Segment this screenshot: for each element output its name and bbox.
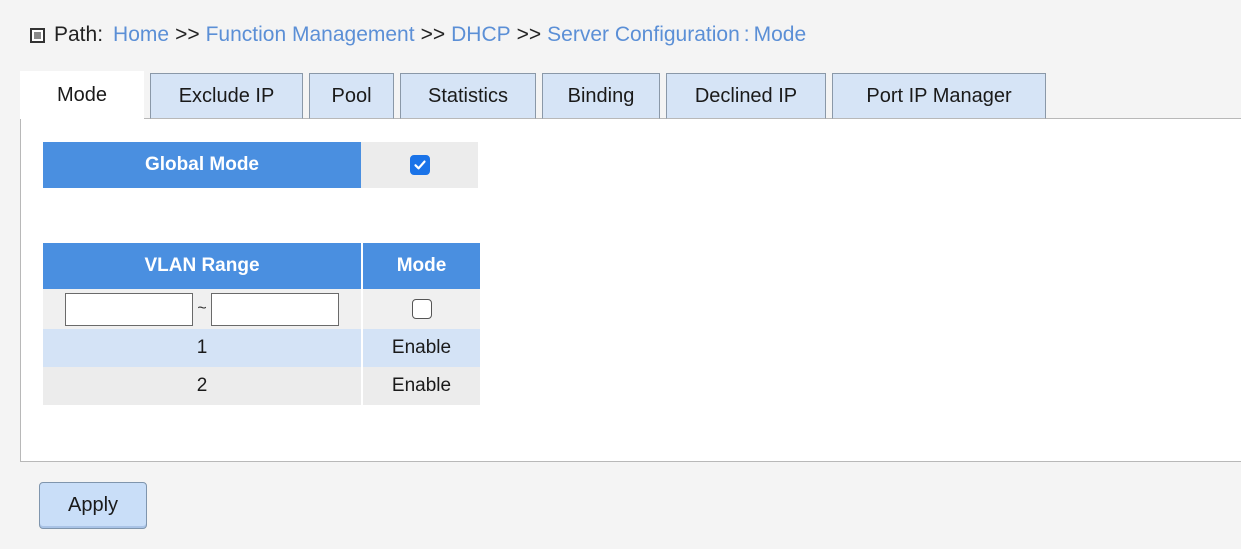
tab-exclude-ip[interactable]: Exclude IP <box>150 73 303 119</box>
breadcrumb-server-configuration[interactable]: Server Configuration <box>547 23 740 47</box>
breadcrumb-prefix: Path: <box>54 23 104 46</box>
vlan-mode-checkbox[interactable] <box>411 299 432 319</box>
vlan-input-row: ~ <box>43 289 480 329</box>
table-row: 1 Enable <box>43 329 480 367</box>
vlan-mode-table: VLAN Range Mode ~ 1 Enable 2 Enable <box>43 243 480 405</box>
checkmark-icon <box>413 160 426 170</box>
breadcrumb: Path: Home >> Function Management >> DHC… <box>30 20 806 50</box>
global-mode-checkbox[interactable] <box>409 155 430 175</box>
breadcrumb-dhcp[interactable]: DHCP <box>451 23 511 47</box>
tab-statistics[interactable]: Statistics <box>400 73 536 119</box>
page: Path: Home >> Function Management >> DHC… <box>0 0 1241 549</box>
path-square-icon <box>30 27 45 43</box>
breadcrumb-separator: >> <box>516 23 542 46</box>
breadcrumb-home[interactable]: Home <box>113 23 169 47</box>
breadcrumb-current-mode: Mode <box>753 23 807 46</box>
table-row: 2 Enable <box>43 367 480 405</box>
global-mode-label: Global Mode <box>43 142 361 188</box>
mode-header: Mode <box>362 243 480 289</box>
tab-bar: Mode Exclude IP Pool Statistics Binding … <box>20 71 1052 119</box>
apply-button[interactable]: Apply <box>39 482 147 529</box>
vlan-range-from-input[interactable] <box>65 292 193 326</box>
tab-declined-ip[interactable]: Declined IP <box>666 73 826 119</box>
tab-pool[interactable]: Pool <box>309 73 394 119</box>
vlan-id-cell: 2 <box>43 367 363 405</box>
breadcrumb-colon: : <box>743 23 750 46</box>
table-header-row: VLAN Range Mode <box>43 243 480 289</box>
vlan-mode-cell: Enable <box>362 329 480 367</box>
tab-binding[interactable]: Binding <box>542 73 660 119</box>
mode-checkbox-cell <box>362 289 480 329</box>
vlan-id-cell: 1 <box>43 329 363 367</box>
vlan-mode-cell: Enable <box>362 367 480 405</box>
breadcrumb-separator: >> <box>420 23 446 46</box>
range-tilde: ~ <box>197 300 207 317</box>
breadcrumb-separator: >> <box>175 23 200 46</box>
vlan-range-to-input[interactable] <box>211 292 339 326</box>
global-mode-row: Global Mode <box>43 142 478 188</box>
breadcrumb-function-management[interactable]: Function Management <box>206 23 415 47</box>
global-mode-cell <box>361 142 478 188</box>
vlan-range-input-cell: ~ <box>43 289 363 329</box>
vlan-range-header: VLAN Range <box>43 243 363 289</box>
tab-port-ip-manager[interactable]: Port IP Manager <box>832 73 1046 119</box>
tab-mode[interactable]: Mode <box>20 71 144 119</box>
